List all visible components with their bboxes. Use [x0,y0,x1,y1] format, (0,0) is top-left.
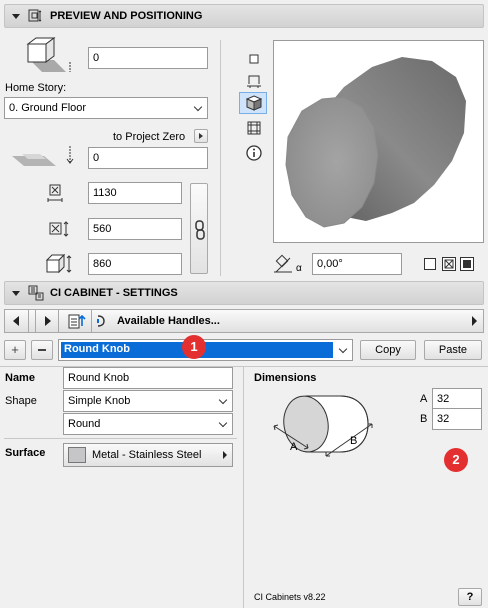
home-story-value: 0. Ground Floor [9,102,87,114]
surface-picker[interactable]: Metal - Stainless Steel [63,443,233,467]
triangle-left-icon [13,316,19,326]
callout-badge-2: 2 [444,448,468,472]
chevron-down-icon [218,395,228,405]
cross-box-icon[interactable] [442,257,456,271]
surface-swatch [68,447,86,463]
home-story-select[interactable]: 0. Ground Floor [4,97,208,119]
copy-button[interactable]: Copy [360,340,416,360]
knob-3d-preview-image [285,57,466,228]
dimensions-label: Dimensions [254,372,317,384]
diagram-label-b: B [350,435,358,447]
shape-select[interactable]: Simple Knob [63,390,233,412]
shape-variant-select[interactable]: Round [63,413,233,435]
help-button[interactable]: ? [458,588,482,606]
project-zero-input[interactable]: 0 [88,147,208,169]
cube-3d-icon [246,95,262,111]
dim-a-label: A [420,393,428,405]
name-label: Name [5,372,35,384]
add-item-button[interactable]: + [4,340,26,360]
chevron-down-icon [338,344,348,354]
surface-value: Metal - Stainless Steel [92,449,202,461]
elevation-box-icon [26,37,71,72]
diagram-label-a: A [290,441,298,453]
knob-handle-icon [97,315,105,327]
show-plain-checkbox[interactable] [424,258,436,270]
chevron-down-icon [218,418,228,428]
remove-item-button[interactable] [31,340,53,360]
shape-variant-value: Round [68,418,101,430]
preview-positioning-icon [28,9,42,22]
elevation-view-icon[interactable] [245,119,263,137]
shape-select-value: Simple Knob [68,395,131,407]
collapse-triangle-icon[interactable] [12,13,20,19]
3d-view-button[interactable] [239,92,267,114]
triangle-right-icon [45,316,51,326]
minus-icon [38,349,46,351]
3d-preview-canvas[interactable] [273,40,484,243]
list-export-icon[interactable] [67,312,87,330]
link-proportions-button[interactable] [190,183,208,274]
version-label: CI Cabinets v8.22 [254,592,326,602]
handle-select-value: Round Knob [64,343,130,355]
chevron-down-icon [193,102,203,112]
dim-b-label: B [420,413,428,425]
handles-navigation-bar: Available Handles... [4,309,484,333]
chain-link-icon [195,220,205,240]
next-button[interactable] [35,310,59,332]
width-dimension-icon [47,184,63,202]
preview-section-header[interactable]: PREVIEW AND POSITIONING [4,4,484,28]
plan-view-icon[interactable] [245,50,263,68]
settings-section-header[interactable]: CI CABINET - SETTINGS [4,281,484,305]
dim-a-input[interactable]: 32 [432,388,482,410]
preview-section-title: PREVIEW AND POSITIONING [50,10,203,22]
surface-label: Surface [5,447,46,459]
shape-label: Shape [5,395,37,407]
project-zero-arrow-button[interactable] [194,129,208,143]
available-handles-label[interactable]: Available Handles... [117,315,220,327]
height-dimension-icon [45,253,72,274]
triangle-right-icon [199,133,203,139]
form-divider [4,438,237,439]
nav-separator [91,310,93,332]
rotation-angle-input[interactable]: 0,00° [312,253,402,275]
plus-icon: + [11,342,19,357]
depth-dimension-icon [49,221,69,237]
project-zero-label: to Project Zero [113,131,186,143]
settings-section-title: CI CABINET - SETTINGS [50,287,178,299]
name-input[interactable]: Round Knob [63,367,233,389]
info-icon[interactable] [245,144,263,162]
previous-button[interactable] [5,310,29,332]
callout-badge-1: 1 [182,335,206,359]
triangle-right-icon [223,451,227,459]
cabinet-settings-icon [28,285,44,301]
knob-dimension-diagram [273,395,373,457]
collapse-triangle-icon[interactable] [12,290,20,296]
depth-input[interactable]: 560 [88,218,182,240]
elevation-input[interactable]: 0 [88,47,208,69]
settings-column-divider [243,366,244,608]
width-input[interactable]: 1130 [88,182,182,204]
frame-box-icon[interactable] [460,257,474,271]
angle-symbol: α [296,263,302,274]
height-input[interactable]: 860 [88,253,182,275]
project-zero-icon [12,146,74,166]
paste-button[interactable]: Paste [424,340,482,360]
home-story-label: Home Story: [5,82,67,94]
triangle-right-icon[interactable] [472,316,477,326]
section-view-icon[interactable] [245,72,263,90]
dim-b-input[interactable]: 32 [432,408,482,430]
preview-divider [220,40,221,276]
